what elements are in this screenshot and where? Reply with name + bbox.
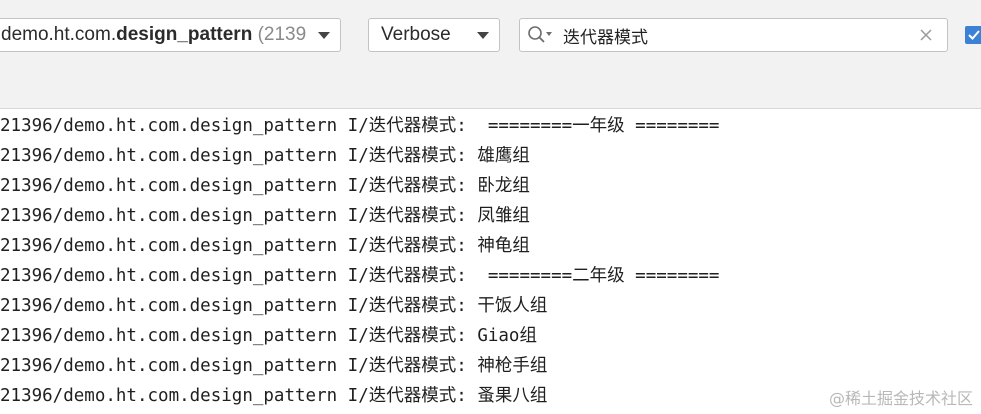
process-package-prefix: demo.ht.com. — [1, 24, 117, 45]
log-line: 21396/demo.ht.com.design_pattern I/迭代器模式… — [0, 266, 720, 286]
process-pid: (2139 — [252, 24, 307, 45]
log-line: 21396/demo.ht.com.design_pattern I/迭代器模式… — [0, 176, 530, 196]
log-level-select[interactable]: Verbose — [368, 18, 500, 52]
watermark: @稀土掘金技术社区 — [828, 389, 973, 408]
close-icon[interactable] — [913, 22, 939, 48]
process-package-name: design_pattern — [116, 24, 253, 45]
search-input[interactable] — [557, 25, 913, 45]
log-line: 21396/demo.ht.com.design_pattern I/迭代器模式… — [0, 116, 720, 136]
log-line: 21396/demo.ht.com.design_pattern I/迭代器模式… — [0, 236, 530, 256]
log-line: 21396/demo.ht.com.design_pattern I/迭代器模式… — [0, 146, 530, 166]
search-icon[interactable] — [527, 24, 557, 46]
chevron-down-icon[interactable] — [318, 31, 330, 39]
log-line: 21396/demo.ht.com.design_pattern I/迭代器模式… — [0, 326, 537, 346]
logcat-toolbar: demo.ht.com.design_pattern (2139 Verbose — [0, 0, 981, 109]
log-line: 21396/demo.ht.com.design_pattern I/迭代器模式… — [0, 206, 530, 226]
log-output[interactable]: 21396/demo.ht.com.design_pattern I/迭代器模式… — [0, 110, 981, 414]
log-line: 21396/demo.ht.com.design_pattern I/迭代器模式… — [0, 386, 548, 406]
log-line: 21396/demo.ht.com.design_pattern I/迭代器模式… — [0, 356, 548, 376]
chevron-down-icon[interactable] — [477, 31, 489, 39]
regex-checkbox[interactable] — [965, 26, 981, 44]
log-level-value: Verbose — [381, 24, 451, 45]
check-icon — [968, 30, 980, 40]
log-line: 21396/demo.ht.com.design_pattern I/迭代器模式… — [0, 296, 548, 316]
search-box[interactable] — [519, 18, 948, 52]
process-select[interactable]: demo.ht.com.design_pattern (2139 — [0, 18, 341, 52]
process-select-value: demo.ht.com.design_pattern (2139 — [0, 24, 318, 46]
